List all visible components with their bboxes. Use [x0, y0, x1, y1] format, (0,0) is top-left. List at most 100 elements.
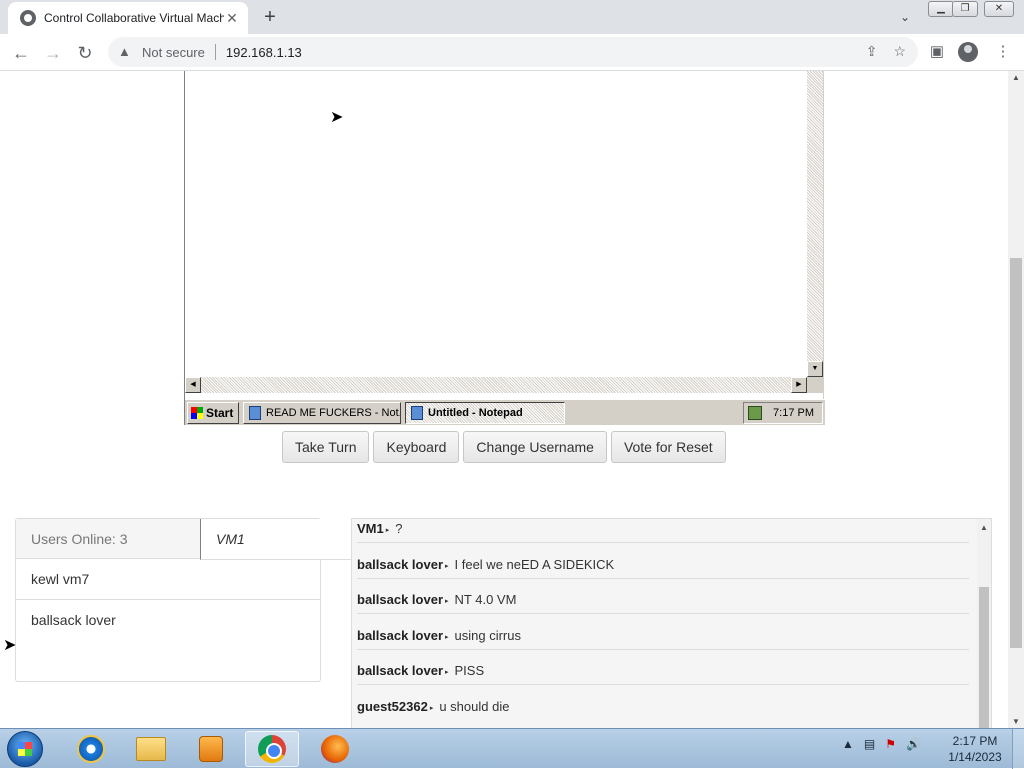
chat-message: ballsack lover ▸ I feel we neED A SIDEKICK [357, 557, 969, 579]
explorer-taskbar-button[interactable] [124, 731, 178, 767]
chat-message: ballsack lover ▸ PISS [357, 663, 969, 685]
mouse-cursor-icon: ➤ [330, 109, 344, 126]
internet-explorer-taskbar-button[interactable] [64, 731, 118, 767]
share-icon[interactable]: ⇪ [866, 43, 878, 60]
chat-scrollbar-thumb[interactable] [979, 587, 989, 728]
more-menu-icon[interactable]: ⋮ [992, 42, 1014, 60]
arrow-right-icon: ▸ [445, 669, 449, 676]
vm-system-tray: 7:17 PM [743, 402, 823, 424]
vm-taskbar-item-label: Untitled - Notepad [428, 407, 523, 419]
chrome-taskbar-button[interactable] [245, 731, 299, 767]
keyboard-button[interactable]: Keyboard [373, 431, 460, 463]
system-tray: ▲ ▤ ⚑ 🔊 [842, 737, 921, 751]
users-online-panel: Users Online: 3 VM1 kewl vm7 ballsack lo… [15, 518, 840, 682]
page-scrollbar-thumb[interactable] [1010, 258, 1022, 648]
scroll-right-arrow-icon[interactable]: ▶ [791, 377, 807, 393]
chat-message: ballsack lover ▸ using cirrus [357, 628, 969, 650]
vm-start-button[interactable]: Start [187, 402, 239, 424]
chat-username: ballsack lover [357, 663, 443, 678]
user-list-item[interactable]: kewl vm7 [16, 559, 320, 600]
vm-taskbar: Start READ ME FUCKERS - Not... Untitled … [185, 399, 825, 425]
address-bar[interactable]: ▲ Not secure 192.168.1.13 ⇪ ☆ [108, 37, 918, 67]
arrow-right-icon: ▸ [445, 598, 449, 605]
chat-panel: VM1 ▸? ballsack lover ▸ I feel we neED A SI… [351, 518, 992, 728]
user-list-item[interactable]: ballsack lover [16, 600, 320, 641]
url-text[interactable]: 192.168.1.13 [226, 45, 302, 60]
vm-controls: Take Turn Keyboard Change Username Vote … [282, 431, 726, 463]
change-username-button[interactable]: Change Username [463, 431, 607, 463]
notepad-icon [249, 406, 261, 420]
volume-icon[interactable]: 🔊 [906, 737, 921, 751]
close-window-button[interactable]: ✕ [984, 1, 1014, 17]
media-player-icon [199, 736, 223, 762]
media-player-taskbar-button[interactable] [184, 731, 238, 767]
windows-start-orb-icon[interactable] [7, 731, 43, 767]
scrollbar-corner [807, 377, 823, 393]
os-taskbar: ▲ ▤ ⚑ 🔊 2:17 PM 1/14/2023 [0, 728, 1024, 769]
page-scrollbar[interactable]: ▲ ▼ [1008, 71, 1024, 728]
warning-triangle-icon[interactable]: ▲ [118, 44, 134, 60]
os-clock[interactable]: 2:17 PM 1/14/2023 [940, 733, 1010, 765]
chat-username: ballsack lover [357, 592, 443, 607]
folder-icon [136, 737, 166, 761]
scroll-up-arrow-icon[interactable]: ▲ [977, 523, 991, 532]
notepad-horizontal-scrollbar[interactable] [185, 377, 807, 393]
mouse-cursor-icon: ➤ [3, 637, 17, 654]
take-turn-button[interactable]: Take Turn [282, 431, 370, 463]
notepad-vertical-scrollbar[interactable] [807, 71, 823, 377]
firefox-taskbar-button[interactable] [308, 731, 362, 767]
chat-scrollbar[interactable]: ▲ [977, 519, 991, 728]
tray-volume-icon[interactable] [748, 406, 762, 420]
vm-taskbar-item-readme[interactable]: READ ME FUCKERS - Not... [243, 402, 401, 424]
profile-avatar-icon [958, 42, 978, 62]
chat-message: guest52362 ▸ u should die [357, 699, 969, 720]
vm-display[interactable]: ▼ ◀ ▶ Start READ ME FUCKERS - Not... Unt… [184, 71, 825, 425]
browser-tab-strip: Control Collaborative Virtual Machine ✕ … [0, 0, 1024, 34]
reload-icon[interactable]: ↻ [72, 40, 98, 66]
chat-text: using cirrus [454, 628, 521, 643]
not-secure-label[interactable]: Not secure [142, 45, 205, 60]
show-hidden-icons-icon[interactable]: ▲ [842, 737, 854, 751]
arrow-right-icon: ▸ [445, 634, 449, 641]
chat-text: I feel we neED A SIDEKICK [454, 557, 615, 572]
new-tab-button[interactable]: + [258, 5, 282, 29]
browser-tab[interactable]: Control Collaborative Virtual Machine ✕ [8, 2, 248, 34]
browser-toolbar: ← → ↻ ▲ Not secure 192.168.1.13 ⇪ ☆ ▣ ⋮ [0, 34, 1024, 71]
close-tab-icon[interactable]: ✕ [224, 10, 240, 26]
network-icon[interactable]: ▤ [864, 737, 875, 751]
notepad-icon [411, 406, 423, 420]
tab-search-chevron-icon[interactable]: ⌄ [894, 6, 916, 28]
chat-username: VM1 [357, 521, 384, 536]
vm-clock: 7:17 PM [773, 407, 814, 419]
minimize-window-button[interactable]: ▁ [928, 1, 954, 17]
chat-text: u should die [439, 699, 510, 714]
chat-username: ballsack lover [357, 628, 443, 643]
tab-title: Control Collaborative Virtual Machine [44, 11, 224, 25]
forward-arrow-icon[interactable]: → [40, 40, 66, 66]
restore-window-button[interactable]: ❐ [952, 1, 978, 17]
windows-flag-icon [191, 407, 203, 419]
os-clock-date: 1/14/2023 [948, 750, 1002, 764]
bookmark-star-icon[interactable]: ☆ [893, 43, 906, 60]
back-arrow-icon[interactable]: ← [8, 40, 34, 66]
chat-message: VM1 ▸? [357, 521, 969, 543]
chat-text: PISS [454, 663, 485, 678]
side-panel-icon[interactable]: ▣ [926, 42, 948, 60]
vm-taskbar-item-notepad[interactable]: Untitled - Notepad [405, 402, 565, 424]
arrow-right-icon: ▸ [445, 563, 449, 570]
scroll-down-arrow-icon[interactable]: ▼ [1008, 717, 1024, 726]
vote-reset-button[interactable]: Vote for Reset [610, 431, 726, 463]
scroll-down-arrow-icon[interactable]: ▼ [807, 361, 823, 377]
scroll-left-arrow-icon[interactable]: ◀ [185, 377, 201, 393]
omnibox-divider [214, 44, 216, 60]
scroll-up-arrow-icon[interactable]: ▲ [1008, 73, 1024, 82]
page-viewport: ▼ ◀ ▶ Start READ ME FUCKERS - Not... Unt… [0, 71, 1008, 728]
chat-username: guest52362 [357, 699, 428, 714]
show-desktop-button[interactable] [1012, 729, 1024, 769]
action-center-flag-icon[interactable]: ⚑ [885, 737, 896, 751]
chrome-icon [258, 735, 286, 763]
profile-button[interactable] [958, 42, 980, 62]
chat-text: NT 4.0 VM [454, 592, 517, 607]
vm-taskbar-item-label: READ ME FUCKERS - Not... [266, 407, 401, 419]
arrow-right-icon: ▸ [385, 527, 390, 534]
